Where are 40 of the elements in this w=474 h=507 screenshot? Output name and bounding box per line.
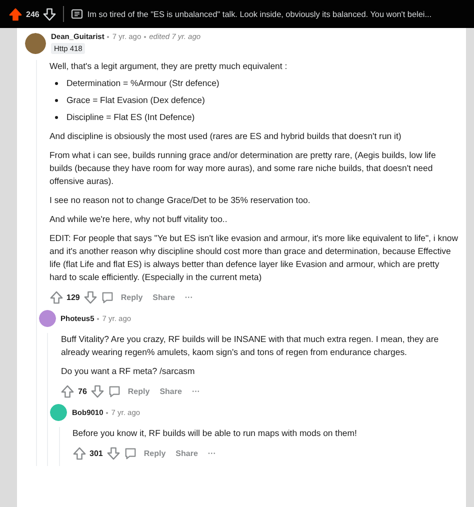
share-link[interactable]: Share xyxy=(150,293,178,302)
comment-text: Well, that's a legit argument, they are pretty much equivalent : xyxy=(50,60,288,73)
more-options[interactable]: ··· xyxy=(204,449,219,458)
list-item: Discipline = Flat ES (Int Defence) xyxy=(66,111,195,124)
share-link[interactable]: Share xyxy=(156,387,185,396)
avatar[interactable] xyxy=(25,32,46,54)
reply-link[interactable]: Reply xyxy=(140,449,169,458)
vote-count: 129 xyxy=(66,293,80,302)
upvote-icon[interactable] xyxy=(61,385,74,398)
list-item: Grace = Flat Evasion (Dex defence) xyxy=(66,94,205,107)
post-title[interactable]: Im so tired of the "ES is unbalanced" talk. Look inside, obviously its balanced. You won't belei... xyxy=(87,10,432,18)
vote-count: 301 xyxy=(90,449,103,458)
more-options[interactable]: ··· xyxy=(182,293,196,302)
bullet-icon xyxy=(54,99,58,102)
share-link[interactable]: Share xyxy=(172,449,201,458)
comment-icon[interactable] xyxy=(108,385,121,398)
comment-text: Buff Vitality? Are you crazy, RF builds will be INSANE with that much extra regen. I mean, they are already wearing regen% amulets, kaom sign's and tons of regen from endurance charges. xyxy=(61,333,440,359)
reply-link[interactable]: Reply xyxy=(118,293,146,302)
comment-text: And discipline is obsiously the most used (rares are ES and hybrid builds that doesn't run it) xyxy=(50,130,402,143)
upvote-icon[interactable] xyxy=(50,291,62,304)
reply-link[interactable]: Reply xyxy=(124,387,153,396)
post-icon xyxy=(71,9,84,19)
comment-text: Before you know it, RF builds will be able to run maps with mods on them! xyxy=(72,427,358,440)
comment-icon[interactable] xyxy=(100,291,114,304)
vote-count: 246 xyxy=(26,10,40,18)
bullet-icon xyxy=(54,82,58,85)
more-options[interactable]: ··· xyxy=(188,387,203,396)
comment-text: And while we're here, why not buff vitality too.. xyxy=(50,213,228,226)
avatar[interactable] xyxy=(50,404,67,421)
vote-count: 76 xyxy=(78,387,87,396)
comment-icon[interactable] xyxy=(124,447,137,460)
avatar[interactable] xyxy=(38,310,56,327)
comment-text: From what i can see, builds running grace and/or determination are pretty rare, (Aegis builds, low life builds (because they have room for way more auras), and some rare niche builds, that doesn't need offensive auras). xyxy=(50,149,437,188)
list-item: Determination = %Armour (Str defence) xyxy=(66,77,220,90)
comment-text: I see no reason not to change Grace/Det to be 35% reservation too. xyxy=(50,194,312,207)
upvote-icon[interactable] xyxy=(9,8,22,20)
bullet-icon xyxy=(54,116,58,119)
comment-text: EDIT: For people that says "Ye but ES isn't like evasion and armour, it's more like equivalent to life", i know and it's another reason why discipline should cost more than grace and determination, because Effective life (flat Life and flat ES) is always better than defence layer like Evasion and armour, which are pretty hard to scale efficiently. (Especially in the current meta) xyxy=(50,232,458,284)
upvote-icon[interactable] xyxy=(72,447,86,460)
comment-text: Do you want a RF meta? /sarcasm xyxy=(61,365,196,378)
